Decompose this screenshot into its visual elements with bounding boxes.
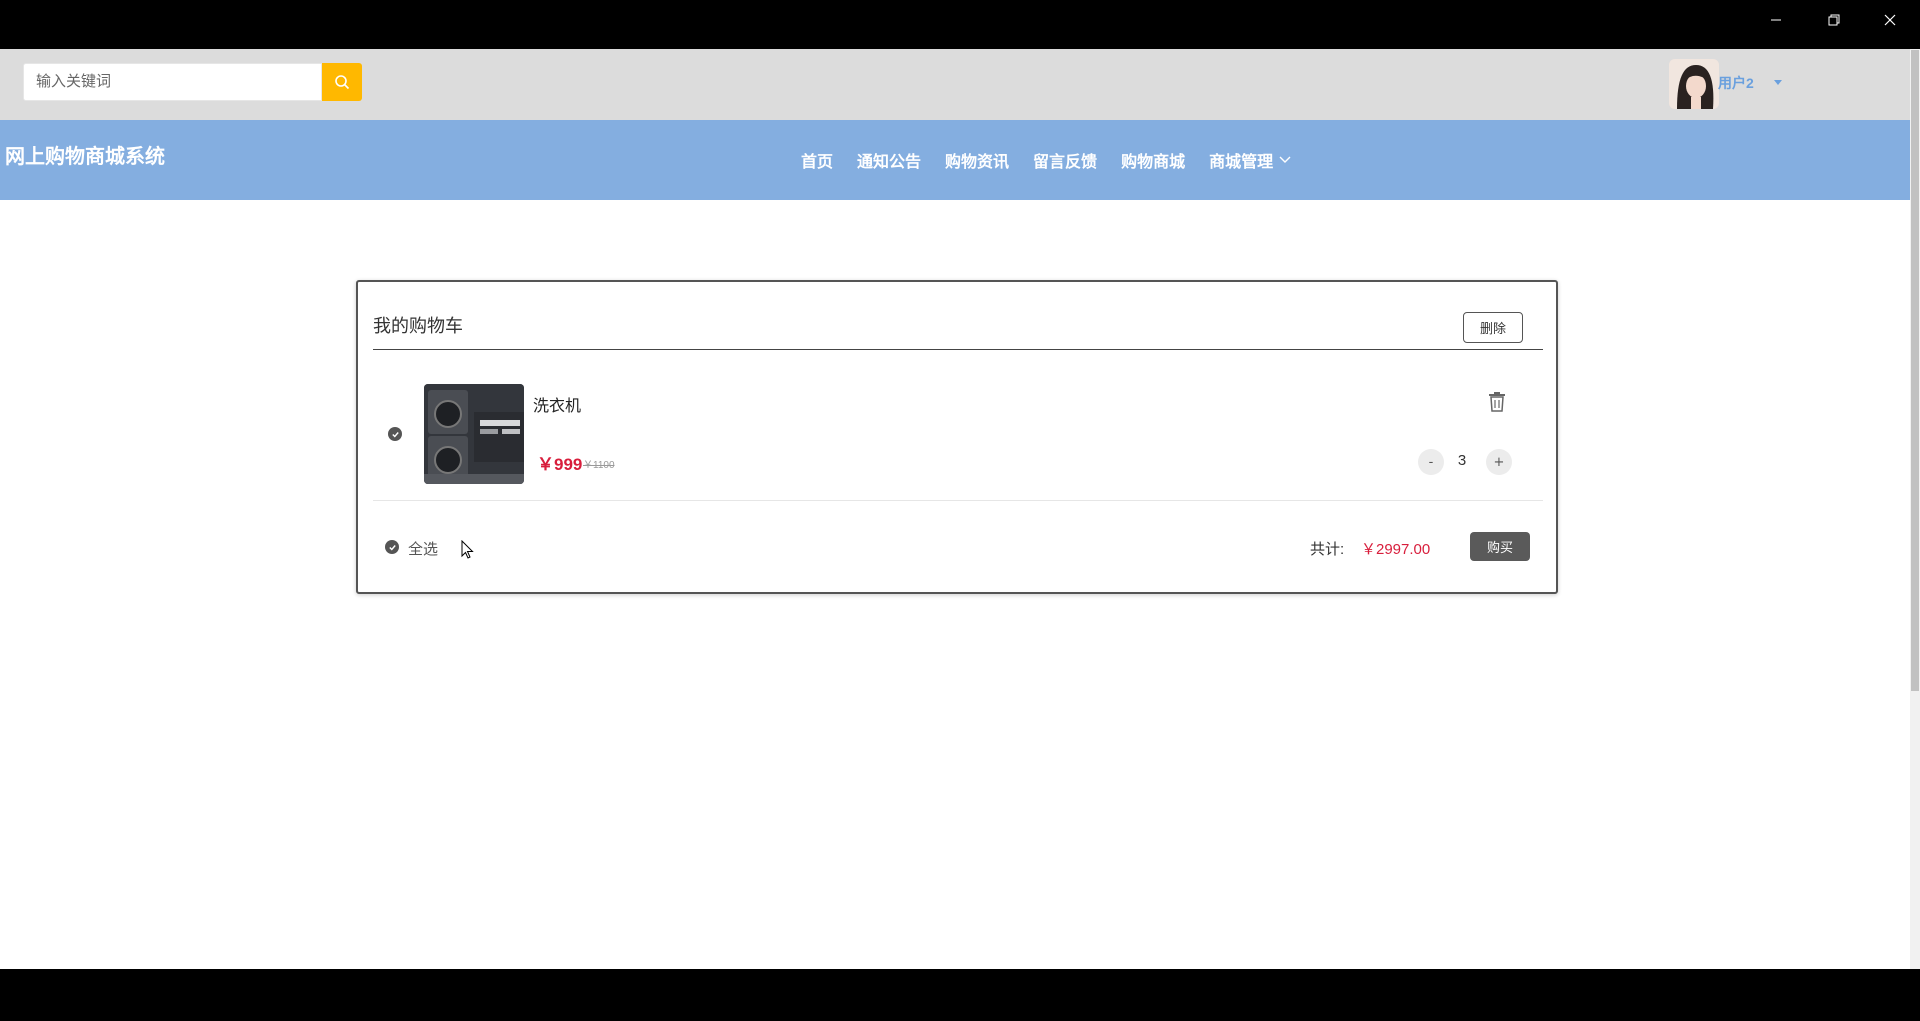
nav-item-notices[interactable]: 通知公告: [845, 148, 933, 172]
nav-item-feedback[interactable]: 留言反馈: [1021, 148, 1109, 172]
product-price: ￥999: [537, 455, 583, 474]
select-all-checkbox[interactable]: [385, 540, 399, 554]
username-label[interactable]: 用户2: [1718, 73, 1754, 93]
top-search-bar: 输入关键词 用户2: [0, 49, 1910, 120]
product-image[interactable]: [424, 384, 524, 484]
divider: [373, 349, 1543, 350]
mouse-cursor-icon: [461, 539, 475, 560]
nav-item-label: 首页: [801, 154, 834, 171]
cart-title: 我的购物车: [373, 316, 463, 336]
nav-item-mall[interactable]: 购物商城: [1109, 148, 1197, 172]
nav-item-label: 购物商城: [1121, 154, 1186, 171]
minimize-icon[interactable]: [1748, 0, 1804, 40]
nav-item-label: 商城管理: [1209, 154, 1274, 171]
page-viewport: 输入关键词 用户2 网上购物商城系统 首页 通知公告 购物资讯 留言反馈 购物商…: [0, 49, 1920, 969]
search-placeholder: 输入关键词: [36, 73, 112, 90]
search-input[interactable]: 输入关键词: [23, 63, 322, 101]
check-icon: [388, 544, 396, 551]
nav-item-label: 留言反馈: [1033, 154, 1098, 171]
restore-icon[interactable]: [1806, 0, 1862, 40]
quantity-value[interactable]: 3: [1447, 452, 1477, 469]
nav-menu: 首页 通知公告 购物资讯 留言反馈 购物商城 商城管理: [789, 148, 1303, 172]
taskbar-area: [0, 969, 1920, 1021]
total-value: ￥2997.00: [1361, 541, 1431, 558]
shopping-cart-panel: 我的购物车 删除 洗衣机 ￥999 ￥1100 - 3 + 全选 共计: ￥29…: [356, 280, 1558, 594]
trash-icon[interactable]: [1488, 392, 1506, 412]
nav-item-management[interactable]: 商城管理: [1197, 148, 1303, 172]
nav-item-home[interactable]: 首页: [789, 148, 845, 172]
close-icon[interactable]: [1862, 0, 1918, 40]
select-all-label[interactable]: 全选: [408, 538, 438, 559]
delete-button[interactable]: 删除: [1463, 312, 1523, 343]
scrollbar[interactable]: [1910, 49, 1920, 969]
quantity-decrease-button[interactable]: -: [1418, 449, 1444, 475]
quantity-increase-button[interactable]: +: [1486, 449, 1512, 475]
total-label: 共计:: [1310, 541, 1345, 558]
product-name[interactable]: 洗衣机: [533, 392, 581, 416]
nav-item-label: 购物资讯: [945, 154, 1010, 171]
nav-item-label: 通知公告: [857, 154, 922, 171]
buy-button[interactable]: 购买: [1470, 532, 1530, 561]
chevron-down-icon: [1279, 156, 1291, 163]
product-original-price: ￥1100: [583, 460, 615, 471]
divider: [373, 500, 1543, 501]
item-checkbox[interactable]: [388, 427, 402, 441]
search-icon: [335, 75, 350, 90]
avatar[interactable]: [1669, 59, 1719, 109]
main-navbar: 网上购物商城系统 首页 通知公告 购物资讯 留言反馈 购物商城 商城管理: [0, 120, 1910, 200]
window-titlebar: [0, 0, 1920, 49]
search-button[interactable]: [322, 63, 362, 101]
site-brand[interactable]: 网上购物商城系统: [5, 140, 165, 169]
check-icon: [391, 431, 399, 438]
scrollbar-thumb[interactable]: [1911, 50, 1919, 691]
caret-down-icon[interactable]: [1774, 80, 1782, 85]
nav-item-news[interactable]: 购物资讯: [933, 148, 1021, 172]
